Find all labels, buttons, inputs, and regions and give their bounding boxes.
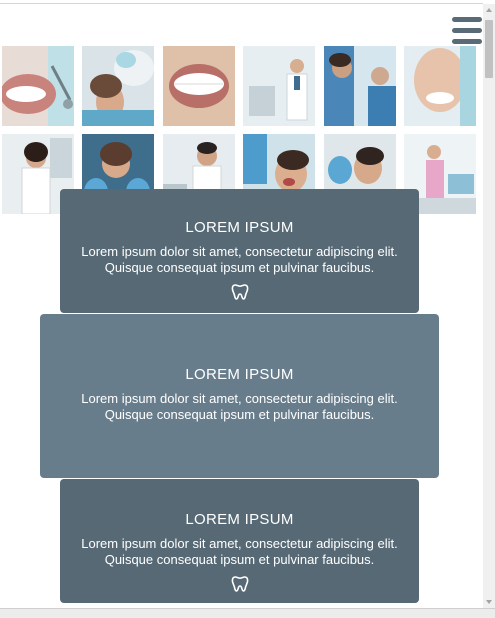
card-text: Lorem ipsum dolor sit amet, consectetur … [81,536,398,567]
woman-smiling-photo[interactable] [404,46,476,126]
dentist-explaining-xray-photo[interactable] [324,46,396,126]
info-card-2: LOREM IPSUM Lorem ipsum dolor sit amet, … [40,314,439,478]
scrollbar-thumb[interactable] [485,20,493,78]
hamburger-menu-icon[interactable] [452,17,482,45]
info-card-1: LOREM IPSUM Lorem ipsum dolor sit amet, … [60,189,419,313]
scroll-up-arrow-icon[interactable] [486,8,492,12]
scroll-down-arrow-icon[interactable] [486,600,492,604]
tooth-icon [231,576,248,592]
info-card-3: LOREM IPSUM Lorem ipsum dolor sit amet, … [60,479,419,603]
card-title: LOREM IPSUM [185,366,294,383]
card-text: Lorem ipsum dolor sit amet, consectetur … [81,391,398,422]
dentist-in-clinic-photo[interactable] [243,46,315,126]
menu-bar-bottom [452,39,482,44]
card-text: Lorem ipsum dolor sit amet, consectetur … [81,244,398,275]
card-title: LOREM IPSUM [185,511,294,528]
dental-exam-photo[interactable] [82,46,154,126]
menu-bar-top [452,17,482,22]
vertical-scrollbar[interactable] [483,4,495,608]
card-title: LOREM IPSUM [185,219,294,236]
menu-bar-middle [452,28,482,33]
tooth-icon [231,284,248,300]
smile-closeup-photo[interactable] [2,46,74,126]
page-viewport: LOREM IPSUM Lorem ipsum dolor sit amet, … [0,4,483,608]
white-teeth-photo[interactable] [163,46,235,126]
